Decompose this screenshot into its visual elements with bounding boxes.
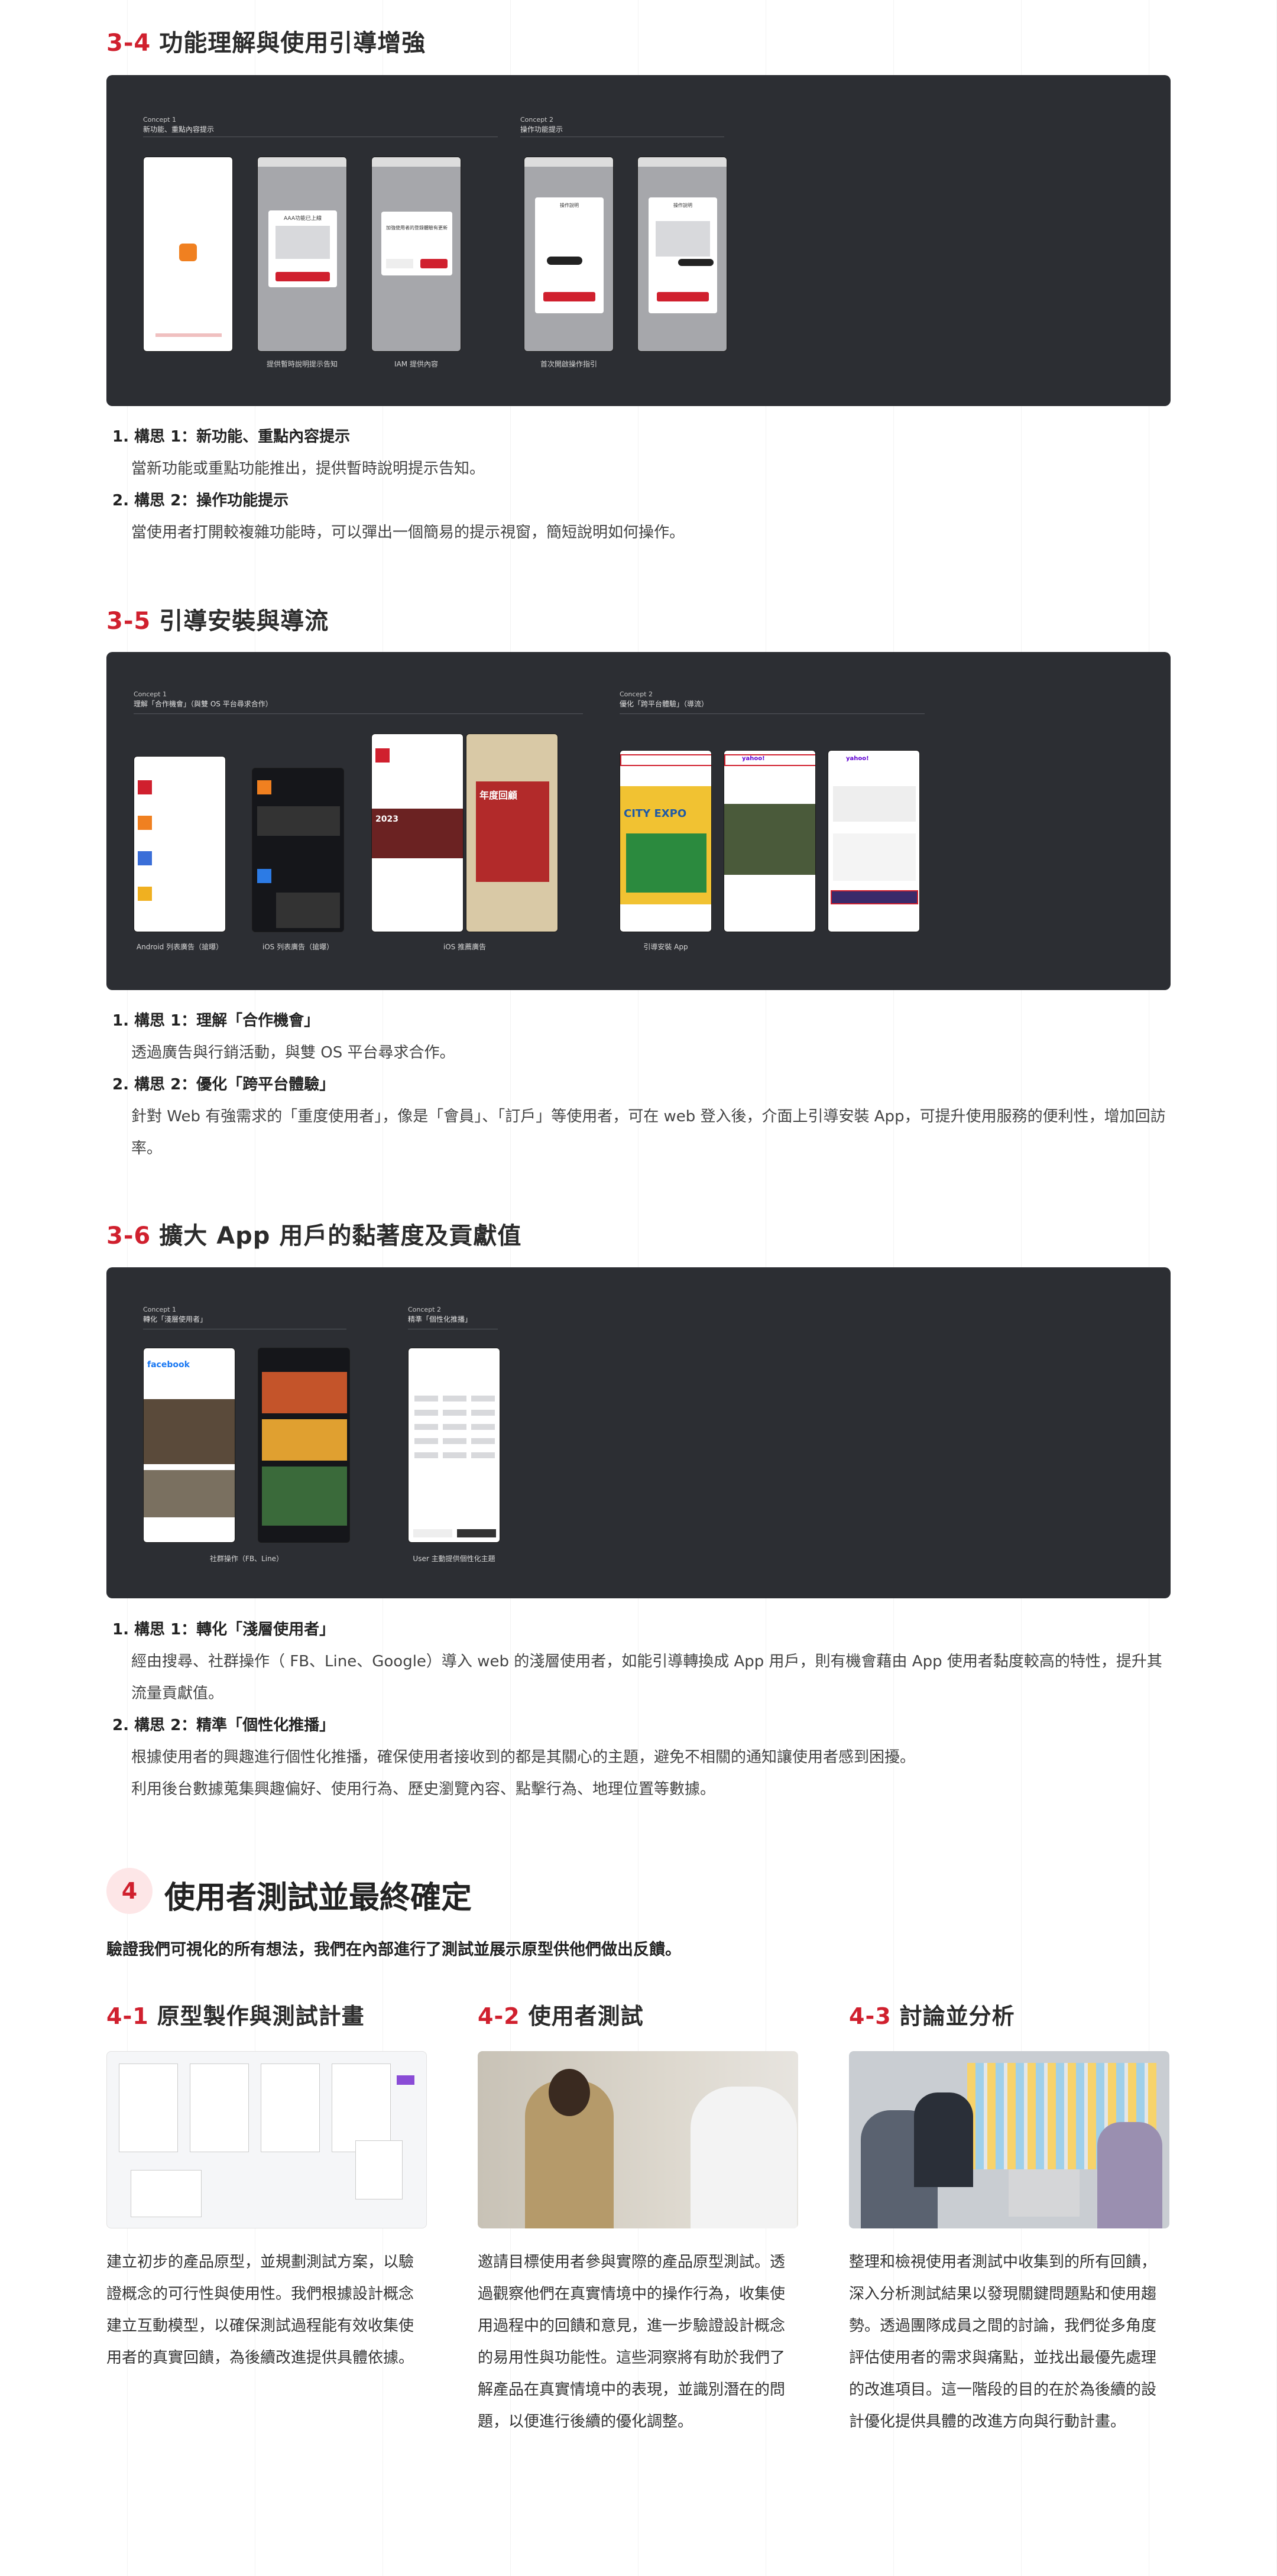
topic-select-phone	[408, 1348, 500, 1543]
section-4-title: 使用者測試並最終確定	[164, 1880, 472, 1916]
web-expo-phone: CITY EXPO	[620, 750, 712, 932]
concept-1-label: Concept 1 轉化「淺層使用者」	[143, 1306, 208, 1323]
column-4-2: 4-2 使用者測試 邀請目標使用者參與實際的產品原型測試。透過觀察他們在真實情境中…	[478, 1998, 798, 2431]
concept-2-label: Concept 2 操作功能提示	[520, 116, 563, 134]
section-3-4-heading: 3-4 功能理解與使用引導增強	[106, 30, 426, 57]
ios-list-phone	[252, 768, 344, 932]
splash-phone	[143, 157, 233, 352]
line-phone	[258, 1348, 350, 1543]
web-news-phone: yahoo!	[724, 750, 816, 932]
caption-3: 首次開啟操作指引	[540, 360, 597, 368]
caption-1: Android 列表廣告（搶曝）	[136, 943, 223, 951]
concept-1-label: Concept 1 理解「合作機會」（與雙 OS 平台尋求合作）	[134, 690, 273, 708]
concept-board-3-4: Concept 1 新功能、重點內容提示 Concept 2 操作功能提示 AAA功…	[106, 75, 1171, 406]
column-4-1: 4-1 原型製作與測試計畫 建立初步的產品原型，並規劃測試方案，以驗證概念的可行性…	[106, 1998, 427, 2367]
facebook-phone: facebook	[143, 1348, 235, 1543]
column-4-3: 4-3 討論並分析 整理和檢視使用者測試中收集到的所有回饋，深入分析測試結果以發現…	[849, 1998, 1169, 2431]
concept-1-label: Concept 1 新功能、重點內容提示	[143, 116, 215, 134]
discussion-photo	[849, 2051, 1169, 2228]
section-3-6-heading: 3-6 擴大 App 用戶的黏著度及貢獻值	[106, 1222, 522, 1250]
caption-3: iOS 推薦廣告	[443, 943, 487, 951]
page: 3-4 功能理解與使用引導增強 Concept 1 新功能、重點內容提示 Conce…	[0, 0, 1277, 2576]
concept-2-label: Concept 2 優化「跨平台體驗」（導流）	[620, 690, 709, 708]
concept-2-label: Concept 2 精準「個性化推播」	[408, 1306, 472, 1323]
concept-board-3-6: Concept 1 轉化「淺層使用者」 Concept 2 精準「個性化推播」 fa…	[106, 1267, 1171, 1598]
web-yahoo-phone: yahoo!	[828, 750, 920, 932]
list-3-6: 1. 構思 1：轉化「淺層使用者」 經由搜尋、社群操作（ FB、Line、Goo…	[112, 1621, 1162, 1798]
android-list-phone	[134, 756, 226, 932]
column-4-1-text: 建立初步的產品原型，並規劃測試方案，以驗證概念的可行性與使用性。我們根據設計概念…	[106, 2253, 414, 2367]
caption-1: 社群操作（FB、Line）	[209, 1555, 284, 1563]
caption-2: IAM 提供內容	[394, 360, 438, 368]
update-tip-phone: 加強使用者的登錄體驗有更新	[371, 157, 461, 352]
guide-phone-2: 操作說明	[637, 157, 727, 352]
prototype-image	[106, 2051, 427, 2228]
section-4-subtitle: 驗證我們可視化的所有想法，我們在內部進行了測試並展示原型供他們做出反饋。	[106, 1941, 681, 1959]
section-3-5-heading: 3-5 引導安裝與導流	[106, 608, 329, 635]
feature-tip-phone: AAA功能已上線	[257, 157, 347, 352]
caption-1: 提供暫時說明提示告知	[266, 360, 338, 368]
ios-recommend-phone-2: 年度回顧	[466, 734, 558, 932]
caption-2: User 主動提供個性化主題	[413, 1555, 495, 1563]
user-testing-photo	[478, 2051, 798, 2228]
list-3-4: 1. 構思 1：新功能、重點內容提示 當新功能或重點功能推出，提供暫時說明提示告…	[112, 428, 685, 541]
column-4-2-text: 邀請目標使用者參與實際的產品原型測試。透過觀察他們在真實情境中的操作行為，收集使…	[478, 2253, 786, 2431]
ios-recommend-phone-1: 2023	[371, 734, 464, 932]
section-4-badge: 4	[106, 1868, 153, 1914]
list-3-5: 1. 構思 1：理解「合作機會」 透過廣告與行銷活動，與雙 OS 平台尋求合作。…	[112, 1012, 1166, 1157]
guide-phone-1: 操作說明	[524, 157, 614, 352]
caption-4: 引導安裝 App	[643, 943, 688, 951]
column-4-3-text: 整理和檢視使用者測試中收集到的所有回饋，深入分析測試結果以發現關鍵問題點和使用趨…	[849, 2253, 1157, 2431]
concept-board-3-5: Concept 1 理解「合作機會」（與雙 OS 平台尋求合作） Concept …	[106, 652, 1171, 990]
caption-2: iOS 列表廣告（搶曝）	[262, 943, 334, 951]
